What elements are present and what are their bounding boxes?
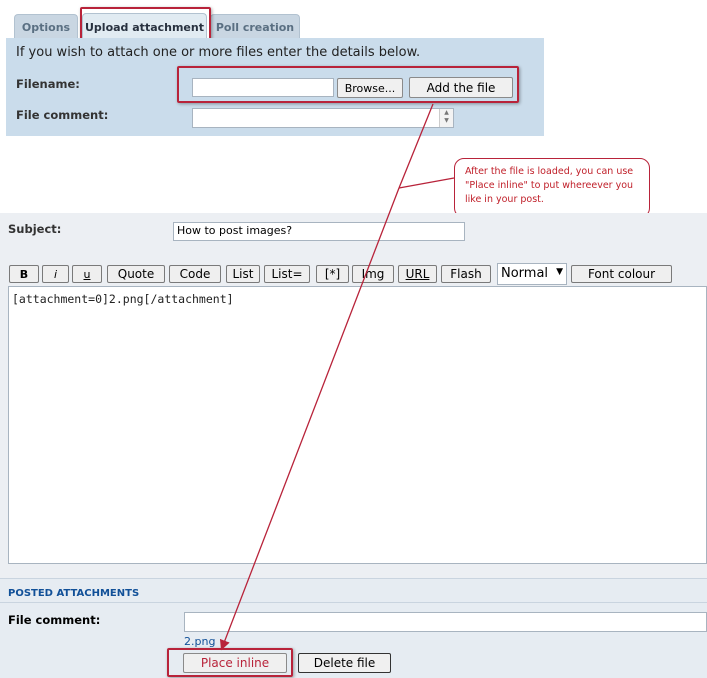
callout-text: After the file is loaded, you can use "P… xyxy=(465,166,634,205)
list-item-button[interactable]: [*] xyxy=(316,265,349,283)
tab-options-label: Options xyxy=(21,20,71,34)
attachments-divider xyxy=(0,602,707,603)
font-colour-button[interactable]: Font colour xyxy=(571,265,672,283)
message-textarea[interactable]: [attachment=0]2.png[/attachment] xyxy=(8,286,707,564)
attachment-file-link[interactable]: 2.png xyxy=(184,635,215,648)
attachment-file-comment-field[interactable] xyxy=(184,612,707,632)
scroll-down-icon: ▼ xyxy=(444,117,449,124)
list-button[interactable]: List xyxy=(226,265,260,283)
filename-highlight xyxy=(177,66,519,103)
subject-input[interactable]: How to post images? xyxy=(173,222,465,241)
upload-file-comment-field[interactable] xyxy=(192,108,454,128)
filename-label: Filename: xyxy=(16,77,80,91)
img-button[interactable]: Img xyxy=(352,265,394,283)
code-button[interactable]: Code xyxy=(169,265,221,283)
tab-options[interactable]: Options xyxy=(14,14,78,39)
arrow-to-callout xyxy=(398,177,455,189)
url-button[interactable]: URL xyxy=(398,265,437,283)
tab-poll-creation-label: Poll creation xyxy=(215,20,295,34)
italic-button[interactable]: i xyxy=(42,265,69,283)
upload-tab-highlight xyxy=(80,7,211,42)
message-text: [attachment=0]2.png[/attachment] xyxy=(12,292,234,306)
font-size-value: Normal xyxy=(501,266,549,281)
place-inline-highlight xyxy=(167,648,293,677)
scroll-up-icon: ▲ xyxy=(444,109,449,116)
chevron-down-icon: ▼ xyxy=(556,267,563,277)
bold-button[interactable]: B xyxy=(9,265,39,283)
quote-button[interactable]: Quote xyxy=(107,265,165,283)
upload-file-comment-label: File comment: xyxy=(16,108,109,122)
font-size-select[interactable]: Normal ▼ xyxy=(497,263,567,285)
flash-button[interactable]: Flash xyxy=(441,265,491,283)
attachment-file-comment-label: File comment: xyxy=(8,613,101,627)
upload-intro: If you wish to attach one or more files … xyxy=(16,45,421,60)
tab-poll-creation[interactable]: Poll creation xyxy=(210,14,300,39)
delete-file-button[interactable]: Delete file xyxy=(298,653,391,673)
attachments-heading: POSTED ATTACHMENTS xyxy=(8,588,140,599)
annotation-callout: After the file is loaded, you can use "P… xyxy=(454,158,650,218)
underline-button[interactable]: u xyxy=(72,265,102,283)
subject-label: Subject: xyxy=(8,222,62,236)
comment-scrollbar[interactable]: ▲ ▼ xyxy=(439,109,453,127)
list-eq-button[interactable]: List= xyxy=(264,265,310,283)
